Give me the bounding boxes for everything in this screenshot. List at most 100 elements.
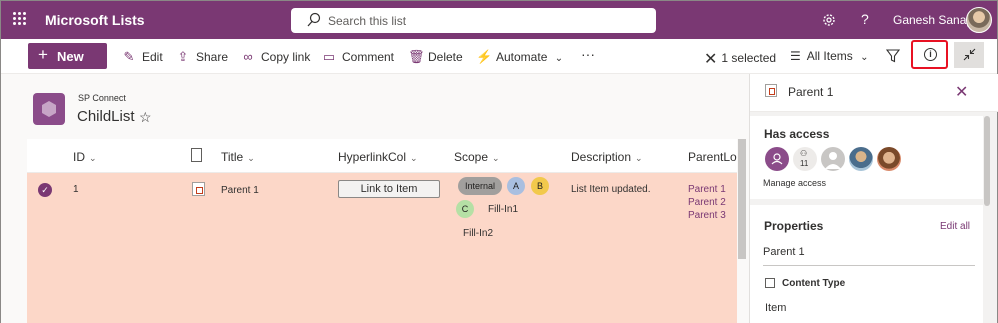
pane-header: Parent 1 ✕ — [750, 74, 998, 112]
cell-id: 1 — [73, 184, 79, 195]
info-button[interactable]: i — [911, 40, 948, 69]
table-row[interactable]: ✓ 1 Parent 1 Link to Item Internal A B C… — [27, 173, 737, 323]
more-button[interactable]: ··· — [581, 46, 595, 62]
share-icon: ⇪ — [177, 49, 189, 64]
column-header-description[interactable]: Description ⌄ — [571, 150, 643, 164]
person-icon — [825, 152, 841, 169]
trash-icon: 🗑 — [408, 49, 425, 64]
collapse-icon — [963, 48, 976, 61]
column-header-id[interactable]: ID ⌄ — [73, 150, 97, 164]
suite-bar: Microsoft Lists Search this list ? Ganes… — [1, 1, 997, 39]
chevron-down-icon: ⌄ — [554, 53, 564, 64]
site-logo[interactable] — [33, 93, 65, 125]
user-avatar-placeholder[interactable] — [821, 147, 845, 171]
file-icon — [192, 182, 205, 196]
checkmark-icon[interactable]: ✓ — [38, 183, 52, 197]
close-icon[interactable]: ✕ — [955, 82, 968, 102]
search-placeholder: Search this list — [328, 14, 407, 28]
edit-button[interactable]: ✎ Edit — [122, 49, 163, 65]
scope-tag-internal: Internal — [458, 177, 502, 195]
chevron-down-icon: ⌄ — [860, 52, 869, 63]
selected-indicator[interactable]: ✕ 1 selected — [704, 49, 776, 69]
chevron-down-icon: ⌄ — [89, 153, 97, 163]
scope-fill-in-2: Fill-In2 — [463, 228, 494, 239]
grid-header: ID ⌄ Title ⌄ HyperlinkCol ⌄ Scope ⌄ Descript… — [27, 139, 737, 173]
app-launcher-icon[interactable] — [13, 12, 27, 26]
view-label: All Items — [806, 49, 853, 63]
content-type-label: Content Type — [782, 278, 846, 289]
help-icon[interactable]: ? — [861, 11, 869, 27]
chevron-down-icon: ⌄ — [247, 153, 255, 163]
column-header-title[interactable]: Title ⌄ — [221, 150, 255, 164]
delete-button[interactable]: 🗑 Delete — [408, 49, 463, 65]
scope-tag-b: B — [531, 177, 549, 195]
share-button[interactable]: ⇪ Share — [176, 49, 228, 65]
copy-link-button[interactable]: ∞ Copy link — [241, 49, 310, 64]
plus-icon: + — [38, 45, 48, 64]
star-icon[interactable]: ☆ — [139, 109, 152, 126]
column-header-hyperlink[interactable]: HyperlinkCol ⌄ — [338, 150, 418, 164]
content-type-value[interactable]: Item — [765, 302, 786, 314]
automate-icon: ⚡ — [476, 49, 493, 64]
divider — [763, 265, 975, 266]
command-bar: + New ⌄ ✎ Edit ⇪ Share ∞ Copy link ▭ Comment… — [1, 39, 997, 74]
close-icon: ✕ — [704, 51, 718, 68]
user-name[interactable]: Ganesh Sanap — [893, 13, 973, 27]
cell-title[interactable]: Parent 1 — [221, 185, 259, 196]
scope-tag-a: A — [507, 177, 525, 195]
user-avatar-photo[interactable] — [877, 147, 901, 171]
pane-scrollbar[interactable] — [983, 112, 991, 322]
group-avatar[interactable]: ⚇ 11 — [793, 147, 817, 171]
avatar[interactable] — [966, 7, 992, 33]
link-icon: ∞ — [243, 49, 253, 64]
manage-access-link[interactable]: Manage access — [763, 178, 826, 188]
new-label: New — [57, 49, 84, 64]
person-icon — [771, 153, 783, 165]
comment-button[interactable]: ▭ Comment — [322, 49, 394, 65]
vertical-scrollbar[interactable] — [738, 139, 746, 259]
has-access-heading: Has access — [764, 127, 830, 141]
filter-icon[interactable] — [886, 49, 900, 63]
app-name[interactable]: Microsoft Lists — [45, 12, 145, 28]
pane-title: Parent 1 — [788, 85, 834, 99]
pencil-icon: ✎ — [123, 49, 135, 64]
info-icon: i — [924, 48, 937, 61]
new-button[interactable]: + New ⌄ — [28, 43, 121, 69]
group-icon: ⚇ — [800, 149, 808, 158]
link-to-item-button[interactable]: Link to Item — [338, 180, 440, 198]
scope-fill-in-1: Fill-In1 — [488, 204, 519, 215]
access-count: 11 — [800, 159, 809, 168]
title-property-value[interactable]: Parent 1 — [763, 246, 805, 258]
list-view-icon: ☰ — [790, 49, 801, 63]
search-box[interactable]: Search this list — [291, 8, 656, 33]
file-icon — [765, 84, 777, 97]
chevron-down-icon: ⌄ — [492, 153, 500, 163]
view-selector[interactable]: ☰ All Items ⌄ — [790, 49, 869, 63]
column-header-scope[interactable]: Scope ⌄ — [454, 150, 500, 164]
list-grid: ID ⌄ Title ⌄ HyperlinkCol ⌄ Scope ⌄ Descript… — [27, 139, 737, 323]
cell-description: List Item updated. — [571, 184, 651, 195]
user-avatar-photo[interactable] — [849, 147, 873, 171]
share-label: Share — [196, 50, 229, 64]
edit-all-link[interactable]: Edit all — [940, 221, 970, 232]
edit-label: Edit — [142, 50, 163, 64]
parent-link-2[interactable]: Parent 2 — [688, 197, 726, 208]
details-pane: Parent 1 ✕ Has access ⚇ 11 Manage access… — [749, 74, 998, 323]
person-avatar[interactable] — [765, 147, 789, 171]
content-type-icon — [765, 278, 775, 288]
scope-tag-c: C — [456, 200, 474, 218]
properties-heading: Properties — [764, 219, 824, 233]
parent-link-1[interactable]: Parent 1 — [688, 184, 726, 195]
parent-link-3[interactable]: Parent 3 — [688, 210, 726, 221]
chevron-down-icon: ⌄ — [111, 45, 122, 59]
site-name[interactable]: SP Connect — [78, 93, 126, 103]
column-header-parent[interactable]: ParentLoc — [688, 150, 737, 164]
comment-label: Comment — [342, 50, 395, 64]
chevron-down-icon: ⌄ — [635, 153, 643, 163]
gear-icon[interactable] — [821, 12, 837, 28]
automate-button[interactable]: ⚡ Automate ⌄ — [476, 49, 563, 65]
delete-label: Delete — [428, 50, 463, 64]
chevron-down-icon: ⌄ — [410, 153, 418, 163]
copy-link-label: Copy link — [261, 50, 311, 64]
collapse-button[interactable] — [954, 42, 984, 68]
